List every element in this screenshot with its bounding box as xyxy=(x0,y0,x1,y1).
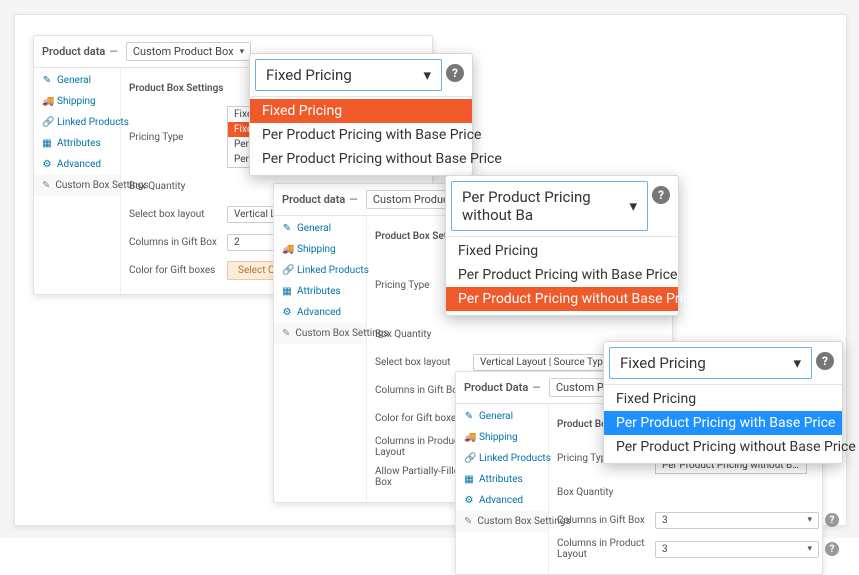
pricing-option[interactable]: Per Product Pricing without Base Price xyxy=(446,287,678,311)
tab-custom-box-settings[interactable]: ✎Custom Box Settings xyxy=(34,175,120,196)
tab-linked-products[interactable]: 🔗Linked Products xyxy=(274,260,366,281)
columns-product-layout-select[interactable]: 3 ▾ xyxy=(655,541,819,558)
columns-gift-box-label: Columns in Gift Box xyxy=(129,237,227,248)
tab-linked-products[interactable]: 🔗Linked Products xyxy=(34,112,120,133)
tab-shipping[interactable]: 🚚Shipping xyxy=(456,427,548,448)
product-type-select[interactable]: Custom Product Box ▾ xyxy=(126,42,251,61)
tab-general[interactable]: ✎General xyxy=(274,218,366,239)
truck-icon: 🚚 xyxy=(464,432,474,443)
pricing-dropdown-callout-3: Fixed Pricing ▾ ? Fixed Pricing Per Prod… xyxy=(603,341,843,464)
pricing-option[interactable]: Per Product Pricing with Base Price xyxy=(446,263,678,287)
pencil-icon: ✎ xyxy=(464,411,474,422)
link-icon: 🔗 xyxy=(42,117,52,128)
truck-icon: 🚚 xyxy=(42,96,52,107)
tab-general[interactable]: ✎General xyxy=(456,406,548,427)
product-data-tabs: ✎General 🚚Shipping 🔗Linked Products ▦Att… xyxy=(34,68,121,294)
pricing-options-list: Fixed Pricing Per Product Pricing with B… xyxy=(250,96,472,175)
product-data-tabs: ✎General 🚚Shipping 🔗Linked Products ▦Att… xyxy=(274,216,367,502)
link-icon: 🔗 xyxy=(464,453,474,464)
help-icon[interactable]: ? xyxy=(446,64,464,82)
product-data-tabs: ✎General 🚚Shipping 🔗Linked Products ▦Att… xyxy=(456,404,549,574)
box-quantity-label: Box Quantity xyxy=(129,181,227,192)
color-gift-boxes-label: Color for Gift boxes xyxy=(129,265,227,276)
tab-advanced[interactable]: ⚙Advanced xyxy=(34,154,120,175)
pricing-option[interactable]: Fixed Pricing xyxy=(446,239,678,263)
chevron-down-icon: ▾ xyxy=(240,47,245,57)
select-box-layout-label: Select box layout xyxy=(129,209,227,220)
pencil-icon: ✎ xyxy=(42,75,52,86)
tab-general[interactable]: ✎General xyxy=(34,70,120,91)
gear-icon: ⚙ xyxy=(464,495,474,506)
tab-advanced[interactable]: ⚙Advanced xyxy=(274,302,366,323)
chevron-down-icon: ▾ xyxy=(807,544,812,554)
link-icon: 🔗 xyxy=(282,265,292,276)
pricing-dropdown-callout-2: Per Product Pricing without Ba ▾ ? Fixed… xyxy=(445,175,679,316)
tab-linked-products[interactable]: 🔗Linked Products xyxy=(456,448,548,469)
pricing-option[interactable]: Per Product Pricing without Base Price xyxy=(604,435,842,459)
settings-heading: Product Box Settings xyxy=(129,83,227,94)
panel-header-label: Product data xyxy=(42,45,105,58)
grid-icon: ▦ xyxy=(42,138,52,149)
tab-custom-box-settings[interactable]: ✎Custom Box Settings xyxy=(274,323,366,344)
truck-icon: 🚚 xyxy=(282,244,292,255)
pricing-option[interactable]: Per Product Pricing without Base Price xyxy=(250,147,472,171)
help-icon[interactable]: ? xyxy=(825,513,839,527)
chevron-down-icon: ▾ xyxy=(629,197,637,215)
chevron-down-icon: ▾ xyxy=(793,354,801,372)
gear-icon: ⚙ xyxy=(42,159,52,170)
columns-gift-box-select[interactable]: 3 ▾ xyxy=(655,512,819,529)
pricing-options-list: Fixed Pricing Per Product Pricing with B… xyxy=(604,384,842,463)
grid-icon: ▦ xyxy=(282,286,292,297)
chevron-down-icon: ▾ xyxy=(423,66,431,84)
pricing-option[interactable]: Per Product Pricing with Base Price xyxy=(604,411,842,435)
pricing-option[interactable]: Fixed Pricing xyxy=(250,99,472,123)
help-icon[interactable]: ? xyxy=(816,352,834,370)
grid-icon: ▦ xyxy=(464,474,474,485)
pricing-dropdown-callout-1: Fixed Pricing ▾ ? Fixed Pricing Per Prod… xyxy=(249,53,473,176)
pencil-icon: ✎ xyxy=(282,223,292,234)
tab-custom-box-settings[interactable]: ✎Custom Box Settings xyxy=(456,511,548,532)
tab-attributes[interactable]: ▦Attributes xyxy=(34,133,120,154)
panel-header-dash: — xyxy=(109,45,118,58)
pricing-type-select-overlay[interactable]: Per Product Pricing without Ba ▾ xyxy=(451,181,648,231)
pencil-icon: ✎ xyxy=(42,180,50,191)
tab-shipping[interactable]: 🚚Shipping xyxy=(34,91,120,112)
pricing-option[interactable]: Fixed Pricing xyxy=(604,387,842,411)
tab-attributes[interactable]: ▦Attributes xyxy=(274,281,366,302)
tab-shipping[interactable]: 🚚Shipping xyxy=(274,239,366,260)
pricing-option[interactable]: Per Product Pricing with Base Price xyxy=(250,123,472,147)
tab-advanced[interactable]: ⚙Advanced xyxy=(456,490,548,511)
pricing-type-label: Pricing Type xyxy=(129,132,227,143)
pricing-options-list: Fixed Pricing Per Product Pricing with B… xyxy=(446,236,678,315)
help-icon[interactable]: ? xyxy=(652,186,670,204)
pencil-icon: ✎ xyxy=(282,328,290,339)
pricing-type-select-overlay[interactable]: Fixed Pricing ▾ xyxy=(609,347,812,379)
help-icon[interactable]: ? xyxy=(825,542,839,556)
pricing-type-select-overlay[interactable]: Fixed Pricing ▾ xyxy=(255,59,442,91)
pencil-icon: ✎ xyxy=(464,516,472,527)
gear-icon: ⚙ xyxy=(282,307,292,318)
chevron-down-icon: ▾ xyxy=(807,515,812,525)
tab-attributes[interactable]: ▦Attributes xyxy=(456,469,548,490)
